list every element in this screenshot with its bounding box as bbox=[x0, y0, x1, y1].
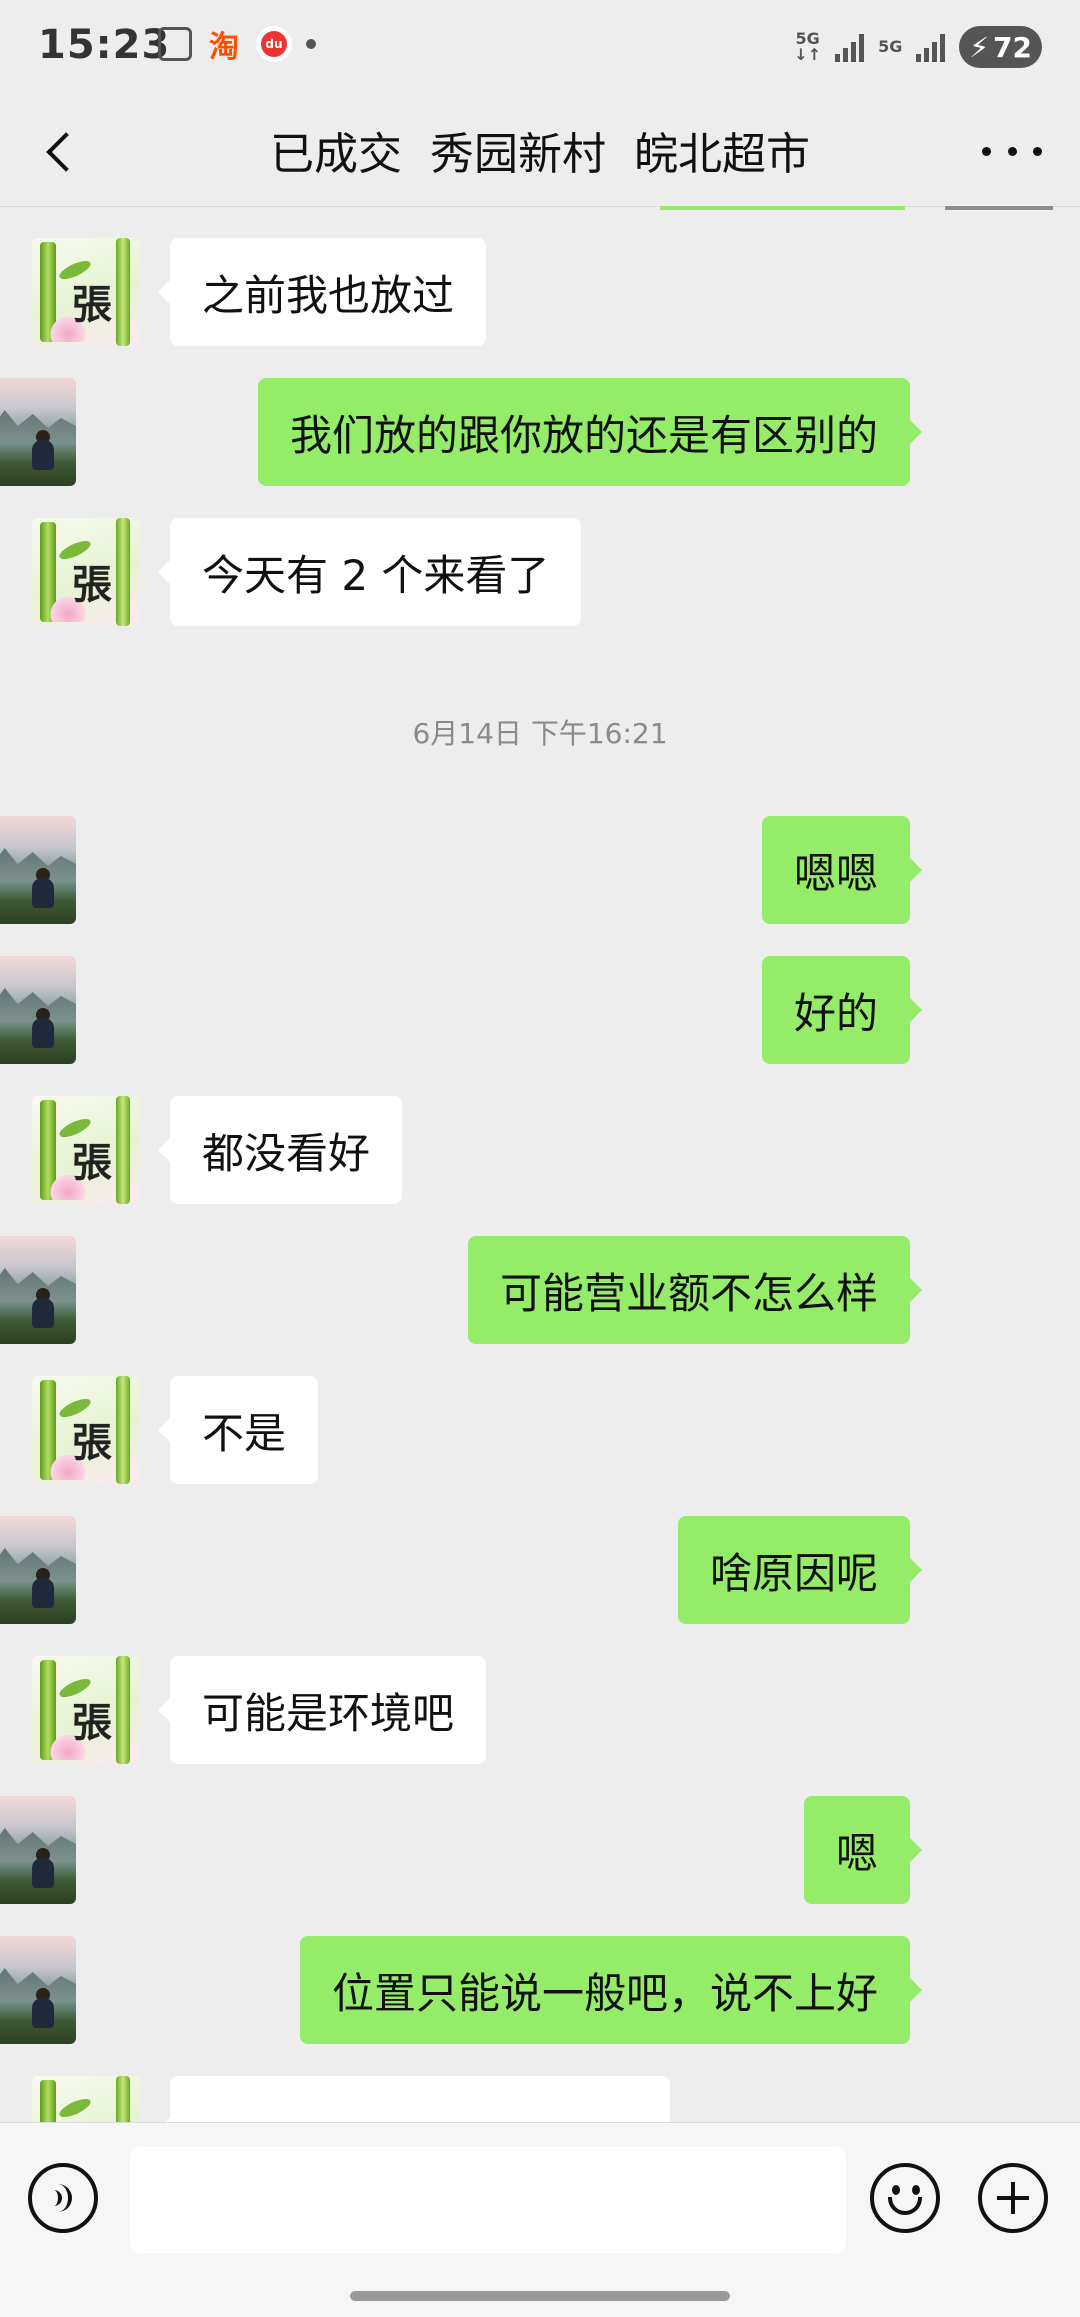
scan-icon bbox=[158, 27, 192, 61]
avatar-zhang[interactable]: 張 bbox=[32, 2076, 140, 2122]
status-time: 15:23 bbox=[38, 22, 171, 68]
avatar-self[interactable] bbox=[0, 816, 76, 924]
message-bubble[interactable]: 嗯 bbox=[803, 1796, 923, 1904]
status-app-icons: 淘 du bbox=[158, 26, 316, 65]
chat-header: 已成交 秀园新村 皖北超市 bbox=[0, 96, 1080, 207]
message-row: 我们放的跟你放的还是有区别的 bbox=[0, 378, 1080, 486]
avatar-zhang[interactable]: 張 bbox=[32, 1656, 140, 1764]
message-bubble[interactable]: 都没看好 bbox=[157, 1096, 403, 1204]
message-bubble[interactable]: 不是 bbox=[157, 1376, 319, 1484]
plus-icon[interactable] bbox=[978, 2163, 1048, 2233]
chat-title: 已成交 秀园新村 皖北超市 bbox=[270, 129, 810, 180]
message-bubble[interactable]: 今天有 2 个来看了 bbox=[157, 518, 582, 626]
message-row: 張 今天有 2 个来看了 bbox=[0, 518, 1080, 626]
message-bubble[interactable]: 好的 bbox=[761, 956, 923, 1064]
message-row: 好的 bbox=[0, 956, 1080, 1064]
message-row: 張 不是 bbox=[0, 1376, 1080, 1484]
message-input[interactable] bbox=[130, 2147, 846, 2253]
avatar-self[interactable] bbox=[0, 1516, 76, 1624]
message-row: 嗯嗯 bbox=[0, 816, 1080, 924]
voice-icon[interactable] bbox=[28, 2163, 98, 2233]
message-row: 可能营业额不怎么样 bbox=[0, 1236, 1080, 1344]
message-row: 張 都没看好 bbox=[0, 1096, 1080, 1204]
taobao-icon: 淘 bbox=[209, 30, 239, 65]
avatar-self[interactable] bbox=[0, 1936, 76, 2044]
notification-dot-icon bbox=[306, 39, 316, 49]
previous-avatar-edge bbox=[945, 206, 1053, 210]
charging-bolt-icon: ⚡ bbox=[969, 30, 990, 64]
message-bubble[interactable]: 啥原因呢 bbox=[677, 1516, 923, 1624]
message-bubble-partial[interactable] bbox=[158, 2076, 670, 2122]
message-bubble[interactable]: 之前我也放过 bbox=[157, 238, 487, 346]
chat-input-bar bbox=[0, 2122, 1080, 2317]
message-timestamp: 6月14日 下午16:21 bbox=[412, 717, 668, 750]
message-row: 啥原因呢 bbox=[0, 1516, 1080, 1624]
message-bubble[interactable]: 可能是环境吧 bbox=[157, 1656, 487, 1764]
battery-indicator: ⚡ 72 bbox=[959, 26, 1042, 68]
emoji-icon[interactable] bbox=[870, 2163, 940, 2233]
avatar-self[interactable] bbox=[0, 1236, 76, 1344]
message-row: 位置只能说一般吧，说不上好 bbox=[0, 1936, 1080, 2044]
avatar-zhang[interactable]: 張 bbox=[32, 1376, 140, 1484]
network-indicator-2: 5G bbox=[878, 37, 903, 56]
message-row-partial: 張 bbox=[0, 2076, 1080, 2122]
avatar-self[interactable] bbox=[0, 956, 76, 1064]
avatar-zhang[interactable]: 張 bbox=[32, 518, 140, 626]
signal-bars-icon-2 bbox=[916, 32, 946, 62]
avatar-zhang[interactable]: 張 bbox=[32, 1096, 140, 1204]
message-list[interactable]: 張 之前我也放过 我们放的跟你放的还是有区别的 張 今天有 2 个来看了 6月1… bbox=[0, 206, 1080, 2122]
message-row: 張 可能是环境吧 bbox=[0, 1656, 1080, 1764]
message-bubble[interactable]: 嗯嗯 bbox=[761, 816, 923, 924]
home-indicator[interactable] bbox=[350, 2291, 730, 2301]
avatar-self[interactable] bbox=[0, 378, 76, 486]
baidu-map-icon: du bbox=[256, 26, 292, 62]
network-indicator-1: 5G ↓↑ bbox=[794, 29, 822, 64]
message-bubble[interactable]: 我们放的跟你放的还是有区别的 bbox=[257, 378, 923, 486]
message-row: 嗯 bbox=[0, 1796, 1080, 1904]
previous-bubble-edge bbox=[660, 206, 905, 210]
message-row: 張 之前我也放过 bbox=[0, 238, 1080, 346]
status-bar: 15:23 淘 du 5G ↓↑ 5G ⚡ 72 bbox=[0, 0, 1080, 96]
avatar-self[interactable] bbox=[0, 1796, 76, 1904]
signal-bars-icon bbox=[835, 32, 865, 62]
more-dots-icon[interactable] bbox=[982, 126, 1042, 176]
message-bubble[interactable]: 位置只能说一般吧，说不上好 bbox=[299, 1936, 923, 2044]
avatar-zhang[interactable]: 張 bbox=[32, 238, 140, 346]
status-right-group: 5G ↓↑ 5G ⚡ 72 bbox=[794, 26, 1042, 68]
message-bubble[interactable]: 可能营业额不怎么样 bbox=[467, 1236, 923, 1344]
